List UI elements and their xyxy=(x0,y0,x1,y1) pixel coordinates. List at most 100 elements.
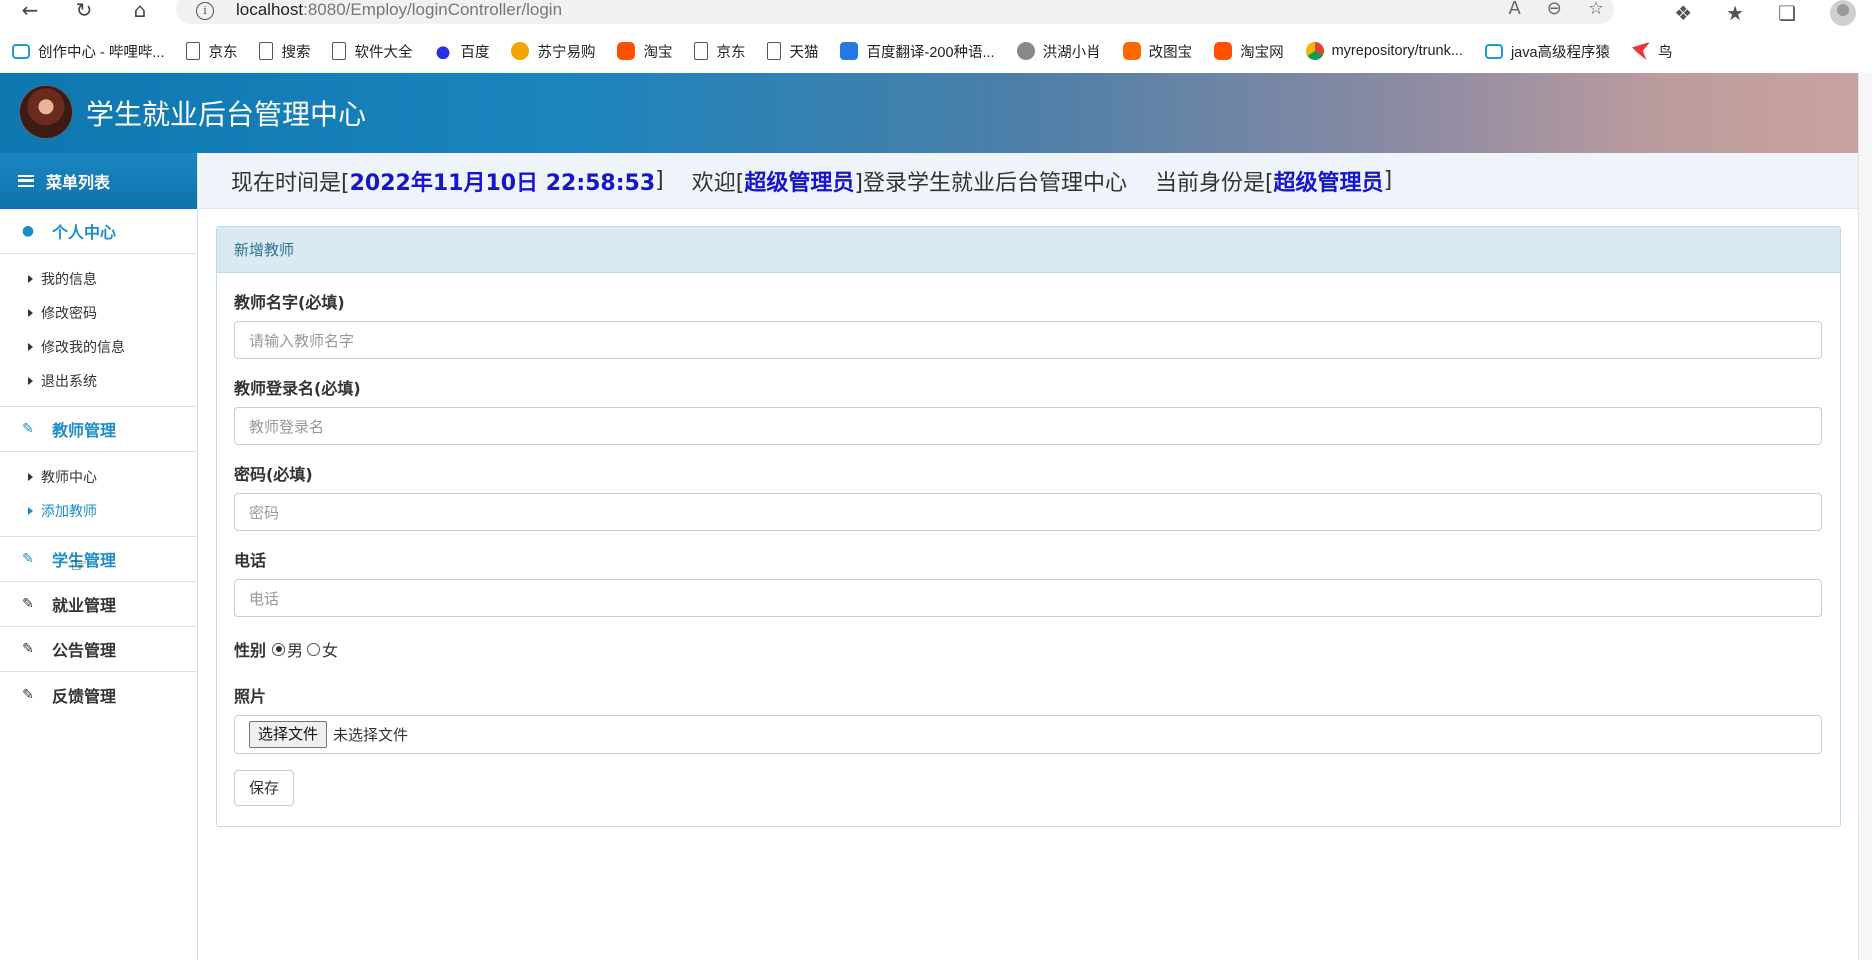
bookmark-item[interactable]: 创作中心 - 哔哩哔... xyxy=(12,41,164,62)
current-time: 2022年11月10日 22:58:53 xyxy=(349,170,656,196)
avatar xyxy=(18,84,74,140)
edit-icon: ✎ xyxy=(22,421,34,437)
page-icon xyxy=(332,42,347,60)
edit-icon: ✎ xyxy=(22,641,34,657)
photo-file-input[interactable]: 选择文件 未选择文件 xyxy=(234,715,1822,754)
hh-icon xyxy=(1016,42,1035,60)
password-label: 密码(必填) xyxy=(234,465,313,484)
read-aloud-icon[interactable]: A xyxy=(1508,0,1520,19)
sidebar-group-personal[interactable]: ● 个人中心 xyxy=(0,209,197,254)
gender-label: 性别 xyxy=(234,641,267,660)
suning-icon xyxy=(511,42,530,60)
baidu-icon xyxy=(434,42,453,60)
file-status-text: 未选择文件 xyxy=(333,726,409,744)
app-header: 学生就业后台管理中心 xyxy=(0,73,1858,153)
sidebar-item-logout[interactable]: 退出系统 xyxy=(0,364,197,398)
page-icon xyxy=(259,42,274,60)
taobao-icon xyxy=(617,42,636,60)
home-icon[interactable]: ⌂ xyxy=(126,0,154,22)
choose-file-button[interactable]: 选择文件 xyxy=(249,721,328,748)
sidebar-item-add-teacher[interactable]: 添加教师 xyxy=(0,494,197,528)
bookmark-item[interactable]: myrepository/trunk... xyxy=(1305,42,1463,60)
back-arrow-icon[interactable]: ← xyxy=(16,0,44,22)
zoom-icon[interactable]: ⊖ xyxy=(1547,0,1562,19)
bookmark-item[interactable]: java高级程序猿 xyxy=(1484,41,1610,62)
url-text[interactable]: localhost:8080/Employ/loginController/lo… xyxy=(236,0,562,20)
teacher-login-input[interactable]: 教师登录名 xyxy=(234,407,1822,445)
bookmark-item[interactable]: 淘宝 xyxy=(617,41,672,62)
caret-right-icon xyxy=(28,309,33,317)
phone-input[interactable]: 电话 xyxy=(234,579,1822,617)
edit-icon: ✎ xyxy=(22,686,34,703)
gender-male-radio[interactable] xyxy=(272,642,286,656)
bookmark-item[interactable]: 百度翻译-200种语... xyxy=(840,41,995,62)
sidebar-group-notice[interactable]: ✎ 公告管理 xyxy=(0,627,197,672)
chrome-icon xyxy=(1305,42,1324,60)
favorites-icon[interactable]: ★ xyxy=(1726,1,1744,25)
sidebar-group-teacher[interactable]: ✎ 教师管理 xyxy=(0,407,197,452)
sidebar-group-employment[interactable]: ✎ 就业管理 xyxy=(0,582,197,627)
photo-label: 照片 xyxy=(234,687,267,706)
hand-cursor-icon: ☞ xyxy=(70,553,88,577)
edit-icon: ✎ xyxy=(22,596,34,612)
address-bar[interactable]: i localhost:8080/Employ/loginController/… xyxy=(176,0,1614,24)
password-input[interactable]: 密码 xyxy=(234,493,1822,531)
gender-female-radio[interactable] xyxy=(307,642,321,656)
bookmark-item[interactable]: 百度 xyxy=(434,41,489,62)
bookmark-item[interactable]: 改图宝 xyxy=(1122,41,1192,62)
caret-right-icon xyxy=(28,473,33,481)
menu-header: 菜单列表 xyxy=(0,153,197,209)
bilibili-icon xyxy=(12,43,30,59)
sidebar-group-feedback[interactable]: ✎ 反馈管理 xyxy=(0,672,197,717)
profile-avatar[interactable] xyxy=(1830,0,1856,26)
panel-title: 新增教师 xyxy=(217,227,1840,273)
current-user: 超级管理员 xyxy=(744,170,855,196)
phone-label: 电话 xyxy=(234,551,267,570)
sidebar: 菜单列表 ● 个人中心 我的信息 修改密码 修改我的信息 退出系统 ✎ 教师管理… xyxy=(0,153,198,960)
teacher-name-label: 教师名字(必填) xyxy=(234,293,345,312)
sidebar-item-change-password[interactable]: 修改密码 xyxy=(0,296,197,330)
bookmark-item[interactable]: 洪湖小肖 xyxy=(1016,41,1101,62)
bookmark-item[interactable]: 淘宝网 xyxy=(1214,41,1284,62)
bookmark-item[interactable]: 天猫 xyxy=(767,41,818,62)
submenu-teacher: 教师中心 添加教师 xyxy=(0,452,197,537)
refresh-icon[interactable]: ↻ xyxy=(70,0,98,22)
site-info-icon[interactable]: i xyxy=(196,2,214,20)
teacher-name-input[interactable]: 请输入教师名字 xyxy=(234,321,1822,359)
current-role: 超级管理员 xyxy=(1273,170,1384,196)
submenu-personal: 我的信息 修改密码 修改我的信息 退出系统 xyxy=(0,254,197,407)
bilibili-icon xyxy=(1484,43,1503,59)
caret-right-icon xyxy=(28,377,33,385)
gender-female-label[interactable]: 女 xyxy=(322,637,338,661)
bookmark-item[interactable]: 搜索 xyxy=(259,41,310,62)
fanyi-icon xyxy=(840,42,859,60)
page-icon xyxy=(186,42,201,60)
caret-right-icon xyxy=(28,343,33,351)
gender-male-label[interactable]: 男 xyxy=(287,637,303,661)
favorite-add-icon[interactable]: ☆ xyxy=(1588,0,1604,19)
browser-toolbar: ← ↻ ⌂ i localhost:8080/Employ/loginContr… xyxy=(0,0,1872,26)
user-icon: ● xyxy=(21,223,35,239)
taobao-icon xyxy=(1214,42,1233,60)
app-title: 学生就业后台管理中心 xyxy=(86,98,367,131)
bookmark-item[interactable]: 京东 xyxy=(186,41,237,62)
status-bar: 现在时间是[2022年11月10日 22:58:53] 欢迎[超级管理员]登录学… xyxy=(199,153,1858,209)
page-icon xyxy=(694,42,709,60)
caret-right-icon xyxy=(28,275,33,283)
bird-icon xyxy=(1632,42,1651,60)
bookmark-item[interactable]: 苏宁易购 xyxy=(511,41,595,62)
extensions-icon[interactable]: ❖ xyxy=(1674,1,1692,25)
sidebar-item-teacher-center[interactable]: 教师中心 xyxy=(0,460,197,494)
collections-icon[interactable]: ❏ xyxy=(1778,1,1796,25)
bookmark-item[interactable]: 软件大全 xyxy=(332,41,412,62)
sidebar-item-my-info[interactable]: 我的信息 xyxy=(0,262,197,296)
page-scrollbar[interactable] xyxy=(1858,73,1872,960)
save-button[interactable]: 保存 xyxy=(234,770,295,806)
gender-group: 性别 男 女 xyxy=(234,637,1823,661)
sidebar-item-edit-info[interactable]: 修改我的信息 xyxy=(0,330,197,364)
menu-bars-icon xyxy=(18,175,34,187)
sidebar-group-student[interactable]: ✎ 学生管理 xyxy=(0,537,197,582)
page-icon xyxy=(767,42,782,60)
bookmark-item[interactable]: 鸟 xyxy=(1632,41,1673,62)
bookmark-item[interactable]: 京东 xyxy=(694,41,745,62)
